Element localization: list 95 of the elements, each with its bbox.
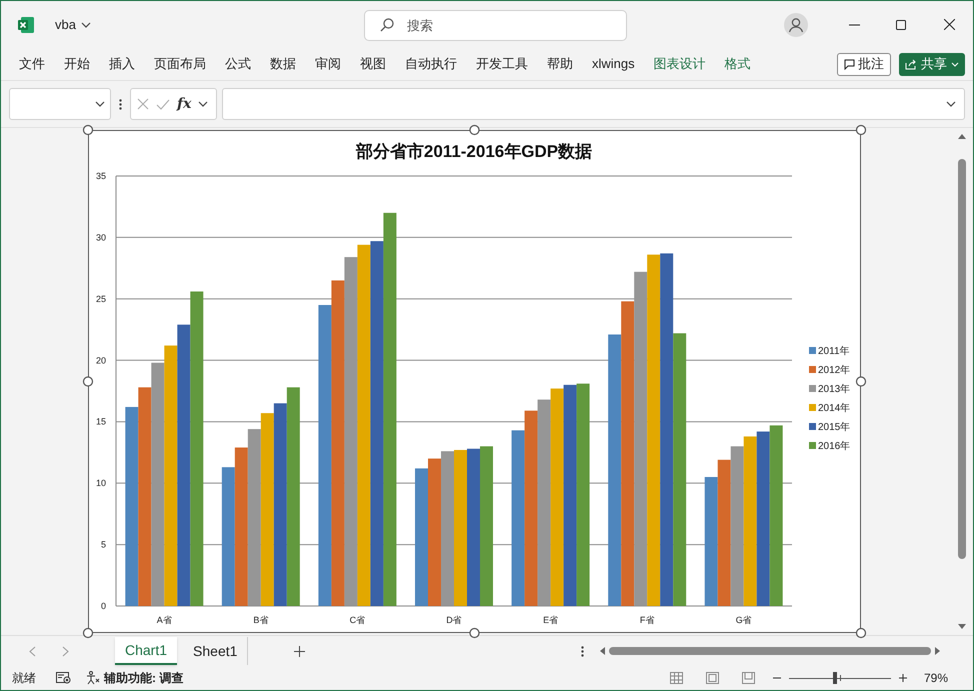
formula-input[interactable] [222, 88, 965, 120]
axis-category-label: B省 [253, 615, 268, 625]
axis-tick-label: 0 [100, 601, 106, 611]
axis-tick-label: 15 [96, 416, 106, 427]
ribbon-tab[interactable]: 开发工具 [476, 54, 528, 74]
previous-sheet-icon[interactable] [29, 646, 36, 656]
zoom-slider[interactable] [788, 672, 891, 684]
page-break-icon[interactable] [742, 672, 755, 684]
axis-category-label: D省 [446, 615, 462, 625]
ribbon-tab[interactable]: 图表设计 [654, 54, 706, 74]
accessibility-button[interactable]: 辅助功能: 调查 [86, 669, 184, 687]
axis-tick-label: 25 [96, 294, 106, 304]
resize-handle[interactable] [856, 124, 866, 136]
file-name-menu[interactable]: vba [55, 14, 91, 34]
resize-handle[interactable] [82, 124, 94, 136]
ribbon-tab[interactable]: 视图 [360, 54, 386, 74]
axis-tick-label: 35 [96, 171, 106, 181]
accessibility-icon [86, 671, 100, 685]
axis-tick-label: 10 [96, 478, 106, 488]
status-text: 就绪 [12, 670, 36, 687]
scroll-down-icon [958, 624, 966, 629]
more-options-icon[interactable] [119, 98, 122, 110]
zoom-in-icon[interactable] [898, 674, 907, 682]
resize-handle[interactable] [82, 628, 94, 638]
page-layout-icon[interactable] [706, 672, 719, 684]
legend-swatch [809, 385, 816, 392]
resize-handle[interactable] [82, 376, 94, 387]
ribbon-tab[interactable]: 插入 [109, 54, 135, 74]
legend-label: 2016年 [818, 441, 850, 452]
resize-handle[interactable] [856, 376, 866, 387]
ribbon-tab[interactable]: 帮助 [547, 54, 573, 74]
scrollbar-thumb[interactable] [958, 159, 966, 559]
sheet-tab[interactable]: Chart1 [115, 637, 178, 665]
axis-tick-label: 5 [100, 540, 106, 550]
chevron-down-icon [198, 101, 208, 107]
chevron-down-icon [946, 101, 956, 107]
ribbon-tab[interactable]: 审阅 [315, 54, 341, 74]
legend-label: 2015年 [818, 422, 850, 433]
search-icon [380, 18, 394, 32]
chevron-down-icon [95, 101, 105, 107]
axis-category-label: G省 [736, 615, 752, 625]
maximize-icon[interactable] [896, 20, 906, 30]
axis-tick-label: 30 [96, 232, 106, 242]
legend-label: 2013年 [818, 384, 850, 395]
search-field[interactable]: 搜索 [364, 10, 627, 41]
ribbon-tab[interactable]: 文件 [19, 54, 45, 74]
zoom-slider-thumb[interactable] [832, 672, 837, 684]
legend-label: 2011年 [818, 346, 850, 357]
ribbon-tab[interactable]: 自动执行 [405, 54, 457, 74]
axis-category-label: E省 [543, 615, 558, 625]
avatar-icon[interactable] [784, 12, 808, 36]
legend-swatch [809, 347, 816, 354]
zoom-level[interactable]: 79% [924, 669, 948, 687]
share-button[interactable]: 共享 [899, 52, 965, 76]
legend-label: 2014年 [818, 403, 850, 414]
share-icon [905, 58, 917, 70]
axis-category-label: F省 [640, 615, 654, 625]
chevron-down-icon [80, 22, 91, 28]
ribbon-tab[interactable]: 数据 [270, 54, 296, 74]
scroll-up-icon [958, 134, 966, 139]
axis-tick-label: 20 [96, 355, 106, 366]
more-options-icon[interactable] [581, 646, 584, 656]
chart-title: 部分省市2011-2016年GDP数据 [356, 142, 592, 161]
legend-swatch [809, 423, 816, 430]
next-sheet-icon[interactable] [62, 646, 69, 656]
resize-handle[interactable] [469, 628, 480, 638]
check-icon[interactable] [156, 98, 170, 110]
comment-icon [844, 58, 855, 70]
resize-handle[interactable] [469, 124, 480, 136]
ribbon-tab[interactable]: 公式 [225, 54, 251, 74]
close-icon[interactable] [944, 19, 955, 30]
scrollbar-thumb[interactable] [609, 647, 932, 655]
axis-category-label: A省 [156, 615, 172, 625]
sheet-tab[interactable]: Sheet1 [183, 637, 248, 665]
axis-category-label: C省 [350, 615, 366, 625]
legend-swatch [809, 404, 816, 411]
horizontal-scrollbar[interactable] [600, 644, 940, 658]
ribbon-tab[interactable]: 开始 [64, 54, 90, 74]
legend-label: 2012年 [818, 365, 850, 376]
legend-swatch [809, 442, 816, 449]
ribbon-tab[interactable]: xlwings [592, 54, 635, 74]
resize-handle[interactable] [856, 628, 866, 638]
macro-recording-icon[interactable] [56, 672, 71, 684]
ribbon-tab[interactable]: 页面布局 [154, 54, 206, 74]
add-sheet-icon[interactable] [294, 646, 306, 656]
spreadsheet-app-icon [17, 16, 35, 34]
chevron-down-icon [951, 62, 959, 66]
insert-function-button[interactable]: fx [177, 94, 192, 114]
scroll-right-icon [935, 647, 940, 655]
comments-button[interactable]: 批注 [837, 52, 891, 76]
scroll-left-icon [600, 647, 606, 655]
legend-swatch [809, 366, 816, 373]
ribbon-tab[interactable]: 格式 [724, 54, 751, 74]
normal-view-icon[interactable] [670, 672, 683, 684]
minimize-icon[interactable] [849, 24, 860, 26]
